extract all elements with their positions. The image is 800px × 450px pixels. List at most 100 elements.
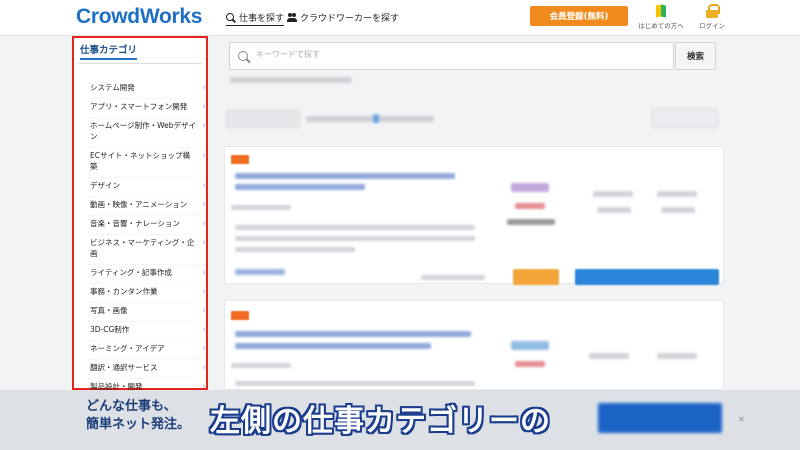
category-item[interactable]: アプリ・スマートフォン開発 ›: [88, 99, 206, 118]
category-label: ECサイト・ネットショップ構築: [90, 151, 190, 171]
chevron-right-icon: ›: [202, 219, 206, 229]
blurred-stat: [657, 353, 697, 359]
category-label: ネーミング・アイデア: [90, 344, 165, 353]
category-item[interactable]: 翻訳・通訳サービス ›: [88, 360, 206, 379]
category-item[interactable]: 3D-CG制作 ›: [88, 322, 206, 341]
register-button[interactable]: 会員登録(無料): [530, 6, 628, 26]
category-label: システム開発: [90, 83, 135, 92]
category-item[interactable]: システム開発 ›: [88, 80, 206, 99]
chevron-right-icon: ›: [202, 151, 206, 161]
people-icon: [287, 12, 297, 23]
blurred-price-detail: [507, 219, 555, 225]
chevron-right-icon: ›: [202, 121, 206, 131]
blurred-job-meta: [231, 205, 291, 210]
chevron-right-icon: ›: [202, 325, 206, 335]
blurred-job-title: [235, 173, 455, 179]
category-label: ビジネス・マーケティング・企画: [90, 238, 195, 258]
category-label: デザイン: [90, 181, 120, 190]
job-card[interactable]: [224, 300, 724, 390]
job-card[interactable]: [224, 146, 724, 285]
category-label: ライティング・記事作成: [90, 268, 172, 277]
blurred-stat: [597, 207, 631, 213]
first-time-link[interactable]: はじめての方へ: [636, 4, 686, 30]
search-icon: [226, 12, 236, 23]
video-caption: 左側の仕事カテゴリーの: [210, 404, 551, 439]
category-label: アプリ・スマートフォン開発: [90, 102, 188, 111]
login-link[interactable]: ログイン: [697, 4, 727, 30]
chevron-right-icon: ›: [202, 102, 206, 112]
category-item[interactable]: 音楽・音響・ナレーション ›: [88, 216, 206, 235]
blurred-sort-select[interactable]: [226, 110, 300, 128]
category-item[interactable]: ネーミング・アイデア ›: [88, 341, 206, 360]
blurred-job-meta: [231, 363, 291, 368]
category-label: 動画・映像・アニメーション: [90, 200, 188, 209]
category-item[interactable]: ECサイト・ネットショップ構築 ›: [88, 148, 206, 178]
blurred-favorite-button[interactable]: [513, 269, 559, 285]
nav-find-workers[interactable]: クラウドワーカーを探す: [287, 11, 399, 24]
category-label: 音楽・音響・ナレーション: [90, 219, 180, 228]
blurred-client-name: [235, 269, 285, 275]
blurred-view-toggle[interactable]: [652, 108, 718, 128]
category-item[interactable]: 写真・画像 ›: [88, 303, 206, 322]
blurred-job-title: [235, 184, 365, 190]
blurred-stat: [589, 353, 629, 359]
blurred-job-desc: [235, 225, 475, 230]
category-list: システム開発 › アプリ・スマートフォン開発 › ホームページ制作・Webデザイン ›…: [88, 80, 206, 398]
first-time-label: はじめての方へ: [638, 22, 684, 30]
category-item[interactable]: 事務・カンタン作業 ›: [88, 284, 206, 303]
blurred-job-title: [235, 343, 431, 349]
blurred-price: [515, 203, 545, 209]
blurred-search-hint: [230, 77, 352, 83]
blurred-new-tag: [231, 311, 249, 320]
blurred-job-desc: [235, 247, 355, 252]
blurred-job-desc: [235, 381, 475, 386]
blurred-filter-text: [306, 116, 434, 122]
crowdworks-logo[interactable]: CrowdWorks: [76, 5, 202, 29]
category-label: ホームページ制作・Webデザイン: [90, 121, 196, 141]
blurred-category-badge: [511, 183, 549, 192]
banner-tagline: どんな仕事も、 簡単ネット発注。: [86, 399, 191, 432]
blurred-filter-highlight: [373, 114, 379, 123]
chevron-right-icon: ›: [202, 268, 206, 278]
beginner-leaf-icon: [655, 4, 667, 18]
chevron-right-icon: ›: [202, 181, 206, 191]
category-label: 事務・カンタン作業: [90, 287, 158, 296]
category-label: 翻訳・通訳サービス: [90, 363, 158, 372]
login-label: ログイン: [699, 22, 725, 30]
blurred-posted-date: [421, 275, 485, 280]
blurred-job-title: [235, 331, 471, 337]
blurred-price: [515, 361, 545, 367]
search-input[interactable]: [256, 50, 656, 59]
sidebar-divider: [78, 63, 202, 64]
chevron-right-icon: ›: [202, 83, 206, 93]
category-label: 3D-CG制作: [90, 325, 130, 334]
nav-find-jobs-label: 仕事を探す: [239, 14, 285, 24]
category-item[interactable]: ホームページ制作・Webデザイン ›: [88, 118, 206, 148]
category-item[interactable]: 動画・映像・アニメーション ›: [88, 197, 206, 216]
close-icon[interactable]: ✕: [738, 415, 745, 424]
search-box: [229, 42, 674, 70]
blurred-job-desc: [235, 236, 475, 241]
blurred-category-badge: [511, 341, 549, 350]
category-label: 写真・画像: [90, 306, 128, 315]
category-sidebar: 仕事カテゴリ システム開発 › アプリ・スマートフォン開発 › ホームページ制作・W…: [72, 36, 208, 398]
blurred-banner-cta-button[interactable]: [598, 403, 722, 433]
blurred-new-tag: [231, 155, 249, 164]
lock-icon: [706, 4, 720, 18]
chevron-right-icon: ›: [202, 238, 206, 248]
search-button[interactable]: 検索: [675, 42, 716, 70]
category-item[interactable]: ビジネス・マーケティング・企画 ›: [88, 235, 206, 265]
site-header: CrowdWorks 仕事を探す クラウドワーカーを探す 会員登録(無料) はじ…: [0, 0, 800, 36]
search-icon: [238, 51, 250, 63]
chevron-right-icon: ›: [202, 344, 206, 354]
category-item[interactable]: ライティング・記事作成 ›: [88, 265, 206, 284]
category-item[interactable]: デザイン ›: [88, 178, 206, 197]
blurred-apply-button[interactable]: [575, 269, 719, 285]
blurred-stat: [661, 207, 695, 213]
chevron-right-icon: ›: [202, 363, 206, 373]
blurred-stat: [593, 191, 633, 197]
nav-find-jobs[interactable]: 仕事を探す: [226, 11, 285, 26]
sidebar-title: 仕事カテゴリ: [80, 42, 138, 60]
chevron-right-icon: ›: [202, 287, 206, 297]
chevron-right-icon: ›: [202, 200, 206, 210]
